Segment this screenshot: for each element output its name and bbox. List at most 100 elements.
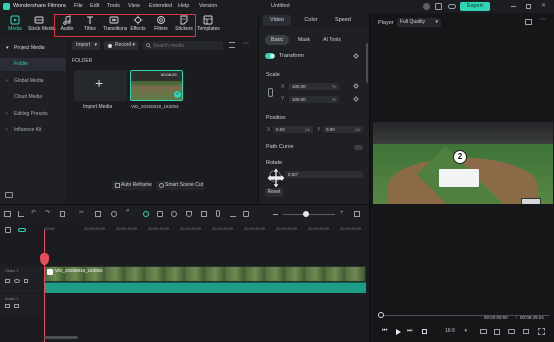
tab-video[interactable]: Video bbox=[263, 15, 291, 26]
nav-editing-presets[interactable]: › Editing Presets bbox=[0, 108, 66, 121]
rotate-input[interactable]: 0.00° bbox=[285, 171, 363, 178]
timeline-audio-clip[interactable] bbox=[44, 282, 366, 293]
playhead-handle[interactable] bbox=[40, 253, 49, 265]
play-icon[interactable] bbox=[396, 329, 401, 335]
account-avatar[interactable] bbox=[423, 3, 430, 10]
stack-icon[interactable] bbox=[201, 211, 207, 217]
position-y-input[interactable]: 0.00 px bbox=[323, 126, 363, 133]
marker-icon[interactable] bbox=[157, 211, 163, 217]
transform-toggle[interactable] bbox=[265, 53, 275, 59]
menu-edit[interactable]: Edit bbox=[90, 3, 99, 9]
crop-view-icon[interactable] bbox=[494, 329, 500, 335]
filter-icon[interactable] bbox=[229, 42, 235, 48]
split-select-icon[interactable] bbox=[18, 211, 24, 217]
folder-icon[interactable] bbox=[5, 304, 10, 308]
zoom-slider[interactable] bbox=[283, 211, 335, 217]
tab-templates[interactable]: Templates bbox=[197, 15, 220, 37]
menu-extended[interactable]: Extended bbox=[149, 3, 172, 9]
eye-icon[interactable] bbox=[14, 279, 20, 283]
horizontal-scrollbar[interactable] bbox=[44, 336, 78, 339]
path-curve-toggle[interactable] bbox=[354, 145, 363, 150]
subtab-ai-tools[interactable]: AI Tools bbox=[319, 35, 345, 45]
folder-icon[interactable] bbox=[5, 279, 10, 283]
nav-folder[interactable]: Folder bbox=[0, 58, 66, 71]
gift-icon[interactable] bbox=[435, 3, 442, 10]
crop-icon[interactable] bbox=[95, 211, 101, 217]
more-icon[interactable]: ⋯ bbox=[243, 40, 249, 47]
smart-scene-cut-button[interactable]: Smart Scene Cut bbox=[156, 181, 204, 190]
subtab-basic[interactable]: Basic bbox=[265, 35, 289, 45]
tab-speed[interactable]: Speed bbox=[329, 15, 357, 26]
quality-dropdown[interactable]: Full Quality ▾ bbox=[397, 18, 441, 27]
keyframe-icon[interactable] bbox=[353, 96, 359, 102]
scale-y-input[interactable]: 100.00 % bbox=[289, 96, 339, 103]
step-forward-icon[interactable]: ⏭ bbox=[407, 328, 412, 335]
zoom-out-icon[interactable] bbox=[273, 214, 278, 215]
undo-icon[interactable]: ↶ bbox=[31, 209, 36, 216]
more-tools-icon[interactable]: » bbox=[126, 208, 129, 214]
playhead[interactable] bbox=[44, 230, 45, 342]
zoom-slider-thumb[interactable] bbox=[303, 211, 309, 217]
layout-icon[interactable] bbox=[4, 211, 11, 217]
progress-thumb[interactable] bbox=[378, 312, 384, 318]
reset-button[interactable]: Reset bbox=[265, 188, 283, 197]
import-dropdown[interactable]: Import ▾ bbox=[72, 41, 100, 50]
tab-color[interactable]: Color bbox=[297, 15, 325, 26]
video-clip-thumbnail[interactable]: 00:08:29 ✓ bbox=[130, 70, 183, 101]
link-ratio-icon[interactable] bbox=[268, 88, 273, 97]
grid-icon[interactable] bbox=[354, 211, 360, 217]
search-input[interactable] bbox=[153, 41, 219, 50]
lock-icon[interactable] bbox=[24, 279, 28, 283]
nav-global-media[interactable]: › Global Media bbox=[0, 75, 66, 88]
camera-icon[interactable] bbox=[508, 329, 515, 334]
folder-add-icon[interactable] bbox=[5, 192, 13, 198]
scrollbar[interactable] bbox=[366, 43, 368, 83]
volume-icon[interactable] bbox=[523, 329, 529, 334]
keyframe-icon[interactable] bbox=[353, 83, 359, 89]
split-icon[interactable]: ✂ bbox=[79, 209, 84, 216]
speed-icon[interactable] bbox=[111, 211, 117, 217]
auto-reframe-button[interactable]: Auto Reframe bbox=[112, 181, 152, 190]
position-x-input[interactable]: 0.00 px bbox=[273, 126, 313, 133]
menu-version[interactable]: Version bbox=[199, 3, 217, 9]
menu-file[interactable]: File bbox=[74, 3, 83, 9]
menu-view[interactable]: View bbox=[128, 3, 140, 9]
image-icon[interactable] bbox=[525, 19, 532, 25]
minimize-icon[interactable] bbox=[511, 6, 516, 7]
display-icon[interactable] bbox=[480, 329, 487, 334]
keyframe-icon[interactable] bbox=[353, 53, 359, 59]
mic-icon[interactable] bbox=[216, 210, 220, 217]
step-back-icon[interactable]: ⏮ bbox=[382, 328, 387, 335]
zoom-in-icon[interactable]: + bbox=[340, 210, 344, 216]
nav-influence-kit[interactable]: › Influence Kit bbox=[0, 124, 66, 137]
scale-x-input[interactable]: 100.00 % bbox=[289, 83, 339, 90]
timeline-video-clip[interactable]: VID_20250818_163053 bbox=[44, 266, 366, 282]
search-field[interactable] bbox=[143, 41, 223, 50]
speaker-icon[interactable] bbox=[14, 304, 19, 308]
import-media-tile[interactable]: + bbox=[74, 70, 127, 101]
add-track-icon[interactable] bbox=[5, 227, 11, 233]
tab-media[interactable]: Media bbox=[4, 15, 26, 37]
more-icon[interactable]: ⋯ bbox=[540, 16, 546, 23]
maximize-icon[interactable] bbox=[526, 4, 531, 9]
shield-icon[interactable] bbox=[186, 211, 192, 217]
subtab-mask[interactable]: Mask bbox=[293, 35, 315, 45]
link-icon[interactable] bbox=[18, 228, 26, 232]
tab-stock-media[interactable]: Stock Media bbox=[28, 15, 56, 37]
delete-icon[interactable] bbox=[60, 211, 65, 217]
audio-mix-icon[interactable] bbox=[230, 211, 236, 217]
voice-icon[interactable] bbox=[171, 211, 177, 217]
record-dropdown[interactable]: Record ▾ bbox=[104, 41, 138, 50]
stop-icon[interactable] bbox=[422, 329, 427, 334]
menu-tools[interactable]: Tools bbox=[107, 3, 120, 9]
aspect-ratio-dropdown[interactable]: 16:9 ▾ bbox=[445, 327, 467, 336]
nav-cloud-media[interactable]: Cloud Media bbox=[0, 91, 66, 104]
menu-help[interactable]: Help bbox=[178, 3, 189, 9]
export-button[interactable]: Export bbox=[460, 2, 490, 11]
cloud-icon[interactable] bbox=[448, 4, 456, 9]
close-icon[interactable]: ✕ bbox=[541, 2, 546, 9]
ai-cut-icon[interactable] bbox=[143, 211, 149, 217]
nav-project-media[interactable]: ▾ Project Media bbox=[0, 42, 66, 55]
fullscreen-icon[interactable] bbox=[538, 328, 545, 335]
snapshot-icon[interactable] bbox=[243, 211, 249, 217]
